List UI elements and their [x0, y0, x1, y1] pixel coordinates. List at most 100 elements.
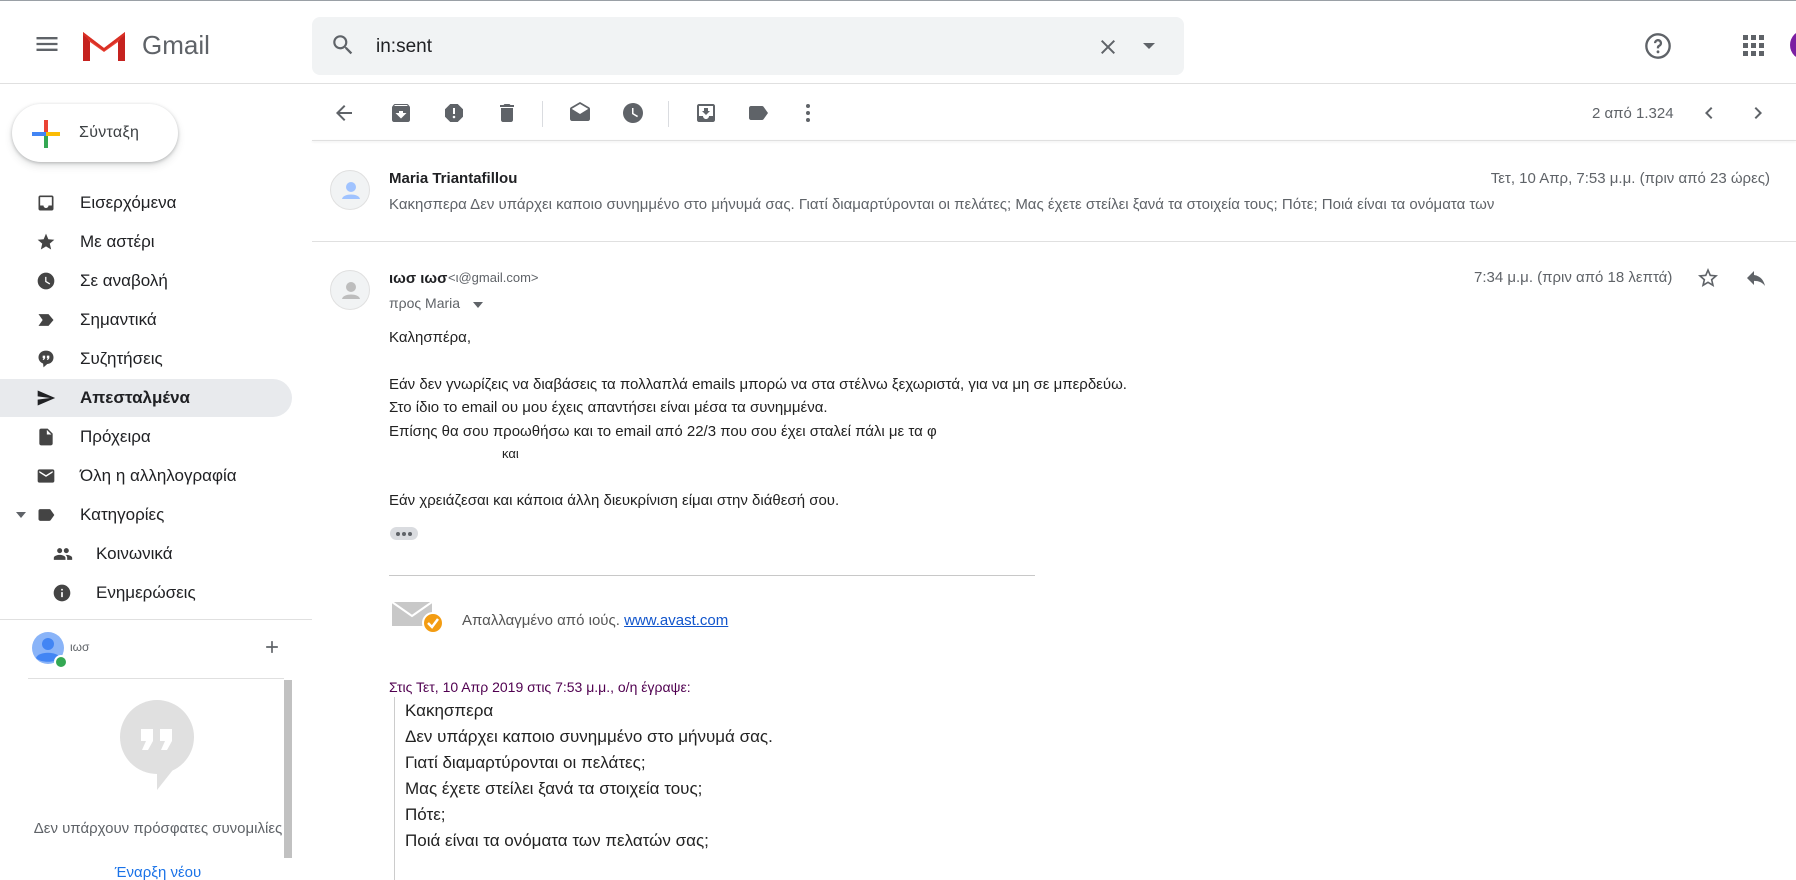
google-apps-icon[interactable] — [1743, 35, 1765, 57]
avast-signature: Απαλλαγμένο από ιούς. www.avast.com — [462, 612, 728, 629]
compose-plus-icon[interactable] — [30, 118, 62, 150]
new-chat-plus-icon[interactable] — [262, 637, 282, 657]
more-options-icon[interactable] — [796, 101, 820, 125]
nav-label: Εισερχόμενα — [80, 193, 177, 212]
message-date: 7:34 μ.μ. (πριν από 18 λεπτά) — [1474, 269, 1673, 286]
chat-icon — [36, 349, 56, 369]
nav-label: Απεσταλμένα — [80, 388, 190, 407]
nav-label: Ενημερώσεις — [96, 583, 196, 602]
snooze-icon[interactable] — [621, 101, 645, 125]
toolbar-divider — [542, 101, 543, 127]
signature-divider — [389, 575, 1035, 576]
nav-label: Κοινωνικά — [96, 544, 173, 563]
inbox-icon — [36, 193, 56, 213]
nav-label: Κατηγορίες — [80, 505, 165, 524]
search-input[interactable]: in:sent — [376, 36, 432, 58]
move-to-icon[interactable] — [694, 101, 718, 125]
nav-item-important[interactable]: Σημαντικά — [0, 301, 292, 339]
label-icon — [36, 505, 56, 525]
nav-item-snoozed[interactable]: Σε αναβολή — [0, 262, 292, 300]
nav-item-sent[interactable]: Απεσταλμένα — [0, 379, 292, 417]
report-spam-icon[interactable] — [442, 101, 466, 125]
nav-item-chats[interactable]: Συζητήσεις — [0, 340, 292, 378]
hangouts-user-avatar[interactable] — [30, 630, 68, 668]
start-new-chat-link[interactable]: Έναρξη νέου — [30, 864, 286, 880]
message-sender[interactable]: ιωσ ιωσ — [389, 270, 447, 287]
body-paragraph: Εάν χρειάζεσαι και κάποια άλλη διευκρίνι… — [389, 492, 840, 509]
compose-label[interactable]: Σύνταξη — [79, 124, 139, 142]
message-date: Τετ, 10 Απρ, 7:53 μ.μ. (πριν από 23 ώρες… — [1490, 170, 1770, 187]
nav-label: Συζητήσεις — [80, 349, 163, 368]
hangouts-user-name[interactable]: ιωσ — [70, 640, 89, 654]
body-paragraph: Στο ίδιο το email ου μου έχεις απαντήσει… — [389, 399, 828, 416]
mail-icon — [36, 466, 56, 486]
quotation-bubble-icon — [120, 700, 194, 790]
archive-icon[interactable] — [389, 101, 413, 125]
body-paragraph: και — [502, 446, 519, 461]
hangouts-divider — [0, 619, 312, 620]
quoted-line: Ποιά είναι τα ονόματα των πελατών σας; — [405, 831, 709, 850]
show-trimmed-content-button[interactable] — [390, 527, 418, 540]
message-sender[interactable]: Maria Triantafillou — [389, 170, 517, 184]
hangouts-divider — [28, 678, 284, 679]
nav-item-updates[interactable]: Ενημερώσεις — [0, 574, 292, 612]
quote-attribution: Στις Τετ, 10 Απρ 2019 στις 7:53 μ.μ., ο/… — [389, 679, 691, 695]
nav-item-social[interactable]: Κοινωνικά — [0, 535, 292, 573]
mark-as-read-icon[interactable] — [568, 101, 592, 125]
send-icon — [36, 388, 56, 408]
quoted-line: Γιατί διαμαρτύρονται οι πελάτες; — [405, 753, 646, 772]
body-greeting: Καλησπέρα, — [389, 329, 472, 346]
show-details-arrow-icon[interactable] — [472, 301, 484, 309]
nav-label: Όλη η αλληλογραφία — [80, 466, 237, 485]
newer-chevron-icon[interactable] — [1697, 101, 1721, 125]
info-icon — [52, 583, 72, 603]
quoted-line: Δεν υπάρχει καποιο συνημμένο στο μήνυμά … — [405, 727, 773, 746]
avast-link[interactable]: www.avast.com — [624, 612, 728, 629]
star-icon[interactable] — [1696, 266, 1720, 290]
body-paragraph: Επίσης θα σου προωθήσω και το email από … — [389, 423, 937, 440]
nav-label: Πρόχειρα — [80, 427, 151, 446]
toolbar-divider — [668, 101, 669, 127]
nav-item-drafts[interactable]: Πρόχειρα — [0, 418, 292, 456]
quoted-line: Κακησπερα — [405, 701, 494, 720]
avast-text: Απαλλαγμένο από ιούς. — [462, 612, 620, 629]
draft-icon — [36, 427, 56, 447]
gmail-logo-icon[interactable] — [80, 28, 128, 64]
clear-search-icon[interactable] — [1096, 35, 1120, 59]
sender-avatar[interactable] — [330, 270, 370, 310]
nav-item-categories[interactable]: Κατηγορίες — [0, 496, 292, 534]
search-icon[interactable] — [330, 32, 356, 58]
delete-icon[interactable] — [495, 101, 519, 125]
app-name[interactable]: Gmail — [142, 30, 210, 61]
expand-arrow-icon[interactable] — [16, 511, 26, 519]
nav-item-starred[interactable]: Με αστέρι — [0, 223, 292, 261]
search-box[interactable] — [312, 17, 1184, 75]
older-chevron-icon[interactable] — [1746, 101, 1770, 125]
no-recent-chats-text: Δεν υπάρχουν πρόσφατες συνομιλίες — [33, 820, 283, 837]
help-icon[interactable] — [1644, 32, 1672, 60]
label-icon[interactable] — [746, 101, 770, 125]
nav-item-inbox[interactable]: Εισερχόμενα — [0, 184, 292, 222]
nav-label: Σημαντικά — [80, 310, 157, 329]
quoted-line: Πότε; — [405, 805, 446, 824]
clock-icon — [36, 271, 56, 291]
back-arrow-icon[interactable] — [332, 101, 356, 125]
search-options-dropdown-icon[interactable] — [1140, 40, 1158, 52]
important-icon — [36, 310, 56, 330]
sender-avatar[interactable] — [330, 170, 370, 210]
page-count: 2 από 1.324 — [1592, 105, 1674, 122]
nav-item-all-mail[interactable]: Όλη η αλληλογραφία — [0, 457, 292, 495]
body-paragraph: Εάν δεν γνωρίζεις να διαβάσεις τα πολλαπ… — [389, 376, 1127, 393]
nav-label: Σε αναβολή — [80, 271, 168, 290]
recipient-line[interactable]: προς Maria — [389, 295, 460, 311]
people-icon — [52, 544, 74, 564]
avast-envelope-icon — [390, 598, 446, 636]
reply-icon[interactable] — [1744, 266, 1768, 290]
nav-label: Με αστέρι — [80, 232, 155, 251]
sender-email: <ι@gmail.com> — [448, 270, 539, 285]
message-snippet[interactable]: Κακησπερα Δεν υπάρχει καποιο συνημμένο σ… — [389, 196, 1494, 213]
main-menu-icon[interactable] — [33, 30, 61, 58]
message-divider — [312, 241, 1796, 242]
star-icon — [36, 232, 56, 252]
quoted-line: Μας έχετε στείλει ξανά τα στοιχεία τους; — [405, 779, 703, 798]
